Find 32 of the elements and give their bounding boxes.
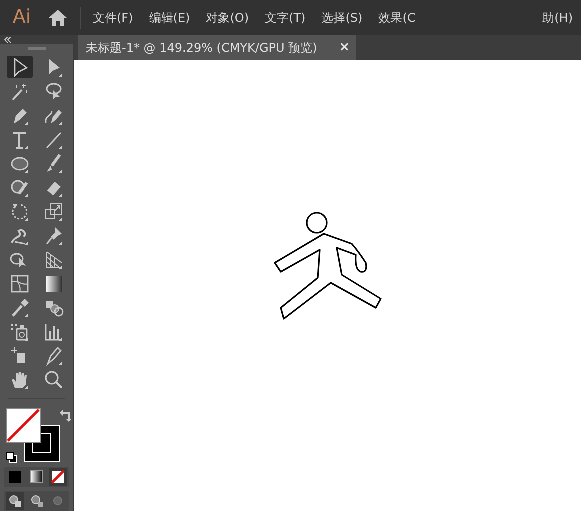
draw-mode-button[interactable] xyxy=(6,492,24,510)
menu-item[interactable]: 文件(F) xyxy=(93,8,134,26)
menu-item[interactable]: 助(H) xyxy=(542,8,573,26)
eyedropper-icon xyxy=(9,296,30,318)
tool-button[interactable] xyxy=(6,56,32,78)
color-icon xyxy=(8,470,22,484)
document-title: 未标题-1* @ 149.29% (CMYK/GPU 预览) xyxy=(86,40,318,56)
color-mode-button[interactable] xyxy=(28,468,46,486)
draw-mode-icon xyxy=(8,494,22,508)
swap-icon[interactable] xyxy=(60,410,72,422)
document-tab[interactable]: 未标题-1* @ 149.29% (CMYK/GPU 预览) × xyxy=(78,35,356,60)
home-icon[interactable] xyxy=(48,8,68,26)
default-colors-icon[interactable] xyxy=(6,452,17,463)
scale-icon xyxy=(43,200,64,222)
grip-icon[interactable] xyxy=(28,46,46,50)
menu-item[interactable]: 效果(C xyxy=(378,8,416,26)
color-mode-button[interactable] xyxy=(6,468,24,486)
app-logo: Ai xyxy=(12,5,32,30)
collapse-icon[interactable] xyxy=(4,36,12,43)
close-button[interactable]: × xyxy=(333,38,356,58)
none-icon xyxy=(51,470,66,484)
gradient-swatch-icon xyxy=(30,470,44,484)
mesh-icon xyxy=(9,272,30,294)
fill-swatch[interactable] xyxy=(6,408,41,443)
menu-item[interactable]: 编辑(E) xyxy=(149,8,190,26)
menu-item[interactable]: 选择(S) xyxy=(322,8,363,26)
draw-mode-icon xyxy=(30,494,44,508)
menu-item[interactable]: 对象(O) xyxy=(206,8,250,26)
menu-item[interactable]: 文字(T) xyxy=(265,8,306,26)
color-mode-button[interactable] xyxy=(49,468,68,486)
search-icon xyxy=(43,368,64,390)
draw-mode-icon xyxy=(51,494,66,508)
